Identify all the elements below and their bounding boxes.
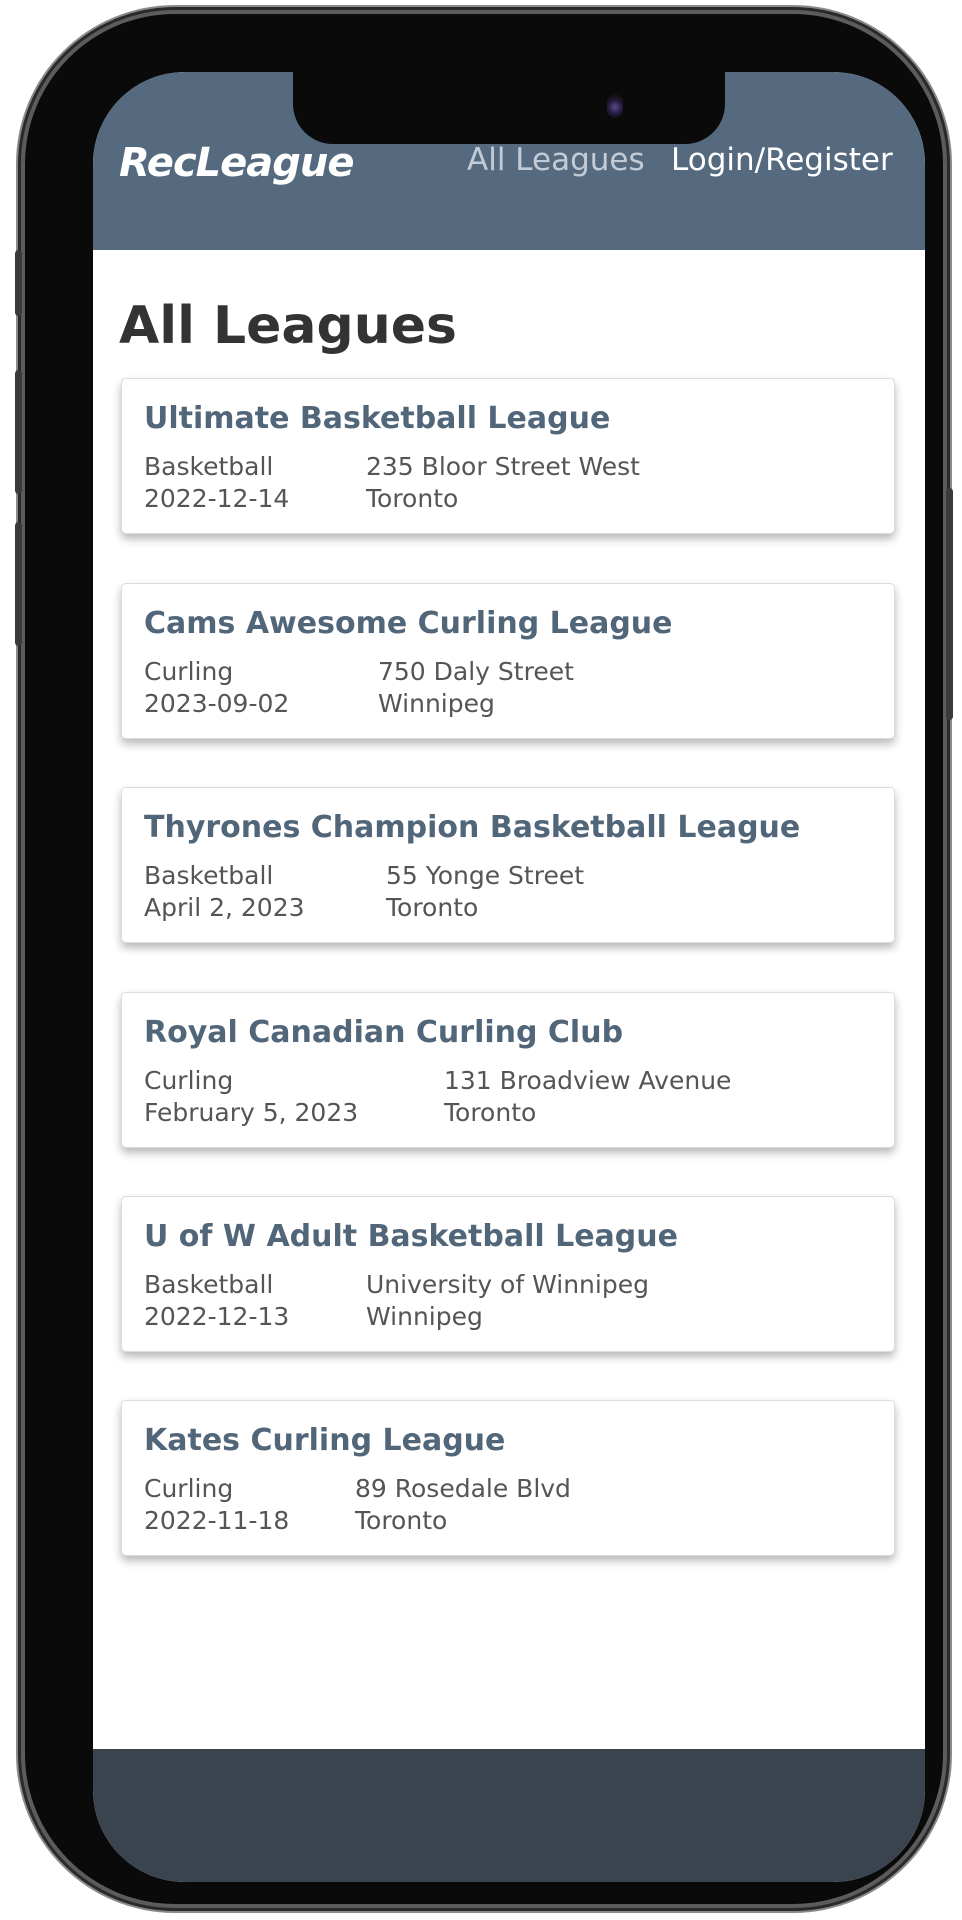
league-address: 55 Yonge Street xyxy=(386,861,585,890)
league-date: 2022-12-14 xyxy=(144,484,290,513)
league-sport: Basketball xyxy=(144,1270,274,1299)
league-sport: Curling xyxy=(144,1066,234,1095)
league-address: 131 Broadview Avenue xyxy=(444,1066,732,1095)
power-button xyxy=(946,488,953,720)
camera-icon xyxy=(607,94,623,118)
league-card[interactable]: Cams Awesome Curling League Curling 2023… xyxy=(121,583,895,739)
league-address: 89 Rosedale Blvd xyxy=(355,1474,571,1503)
phone-frame: RecLeague All Leagues Login/Register All… xyxy=(15,14,953,1904)
footer xyxy=(93,1749,925,1882)
notch xyxy=(293,72,725,144)
page-title: All Leagues xyxy=(119,296,457,356)
league-sport: Curling xyxy=(144,1474,234,1503)
league-sport: Basketball xyxy=(144,861,274,890)
league-card[interactable]: Royal Canadian Curling Club Curling Febr… xyxy=(121,992,895,1148)
league-name: Thyrones Champion Basketball League xyxy=(144,810,801,845)
volume-up-button xyxy=(15,370,22,494)
silent-switch xyxy=(15,250,22,316)
league-card[interactable]: Thyrones Champion Basketball League Bask… xyxy=(121,787,895,943)
league-date: 2022-11-18 xyxy=(144,1506,290,1535)
league-name: Kates Curling League xyxy=(144,1423,506,1458)
league-city: Toronto xyxy=(366,484,459,513)
league-city: Toronto xyxy=(355,1506,448,1535)
league-date: April 2, 2023 xyxy=(144,893,305,922)
phone-screen: RecLeague All Leagues Login/Register All… xyxy=(93,72,925,1882)
league-sport: Basketball xyxy=(144,452,274,481)
league-card[interactable]: U of W Adult Basketball League Basketbal… xyxy=(121,1196,895,1352)
league-date: 2023-09-02 xyxy=(144,689,290,718)
league-address: University of Winnipeg xyxy=(366,1270,649,1299)
league-card[interactable]: Kates Curling League Curling 2022-11-18 … xyxy=(121,1400,895,1556)
league-name: Royal Canadian Curling Club xyxy=(144,1015,624,1050)
league-card[interactable]: Ultimate Basketball League Basketball 20… xyxy=(121,378,895,534)
league-address: 235 Bloor Street West xyxy=(366,452,640,481)
nav-link-all-leagues[interactable]: All Leagues xyxy=(467,142,645,178)
league-name: U of W Adult Basketball League xyxy=(144,1219,678,1254)
league-date: February 5, 2023 xyxy=(144,1098,359,1127)
nav-link-login-register[interactable]: Login/Register xyxy=(671,142,893,178)
volume-down-button xyxy=(15,522,22,646)
league-date: 2022-12-13 xyxy=(144,1302,290,1331)
league-city: Winnipeg xyxy=(378,689,495,718)
league-name: Cams Awesome Curling League xyxy=(144,606,673,641)
league-city: Winnipeg xyxy=(366,1302,483,1331)
league-name: Ultimate Basketball League xyxy=(144,401,611,436)
league-city: Toronto xyxy=(444,1098,537,1127)
league-address: 750 Daly Street xyxy=(378,657,574,686)
brand-logo[interactable]: RecLeague xyxy=(119,140,354,186)
league-city: Toronto xyxy=(386,893,479,922)
league-sport: Curling xyxy=(144,657,234,686)
